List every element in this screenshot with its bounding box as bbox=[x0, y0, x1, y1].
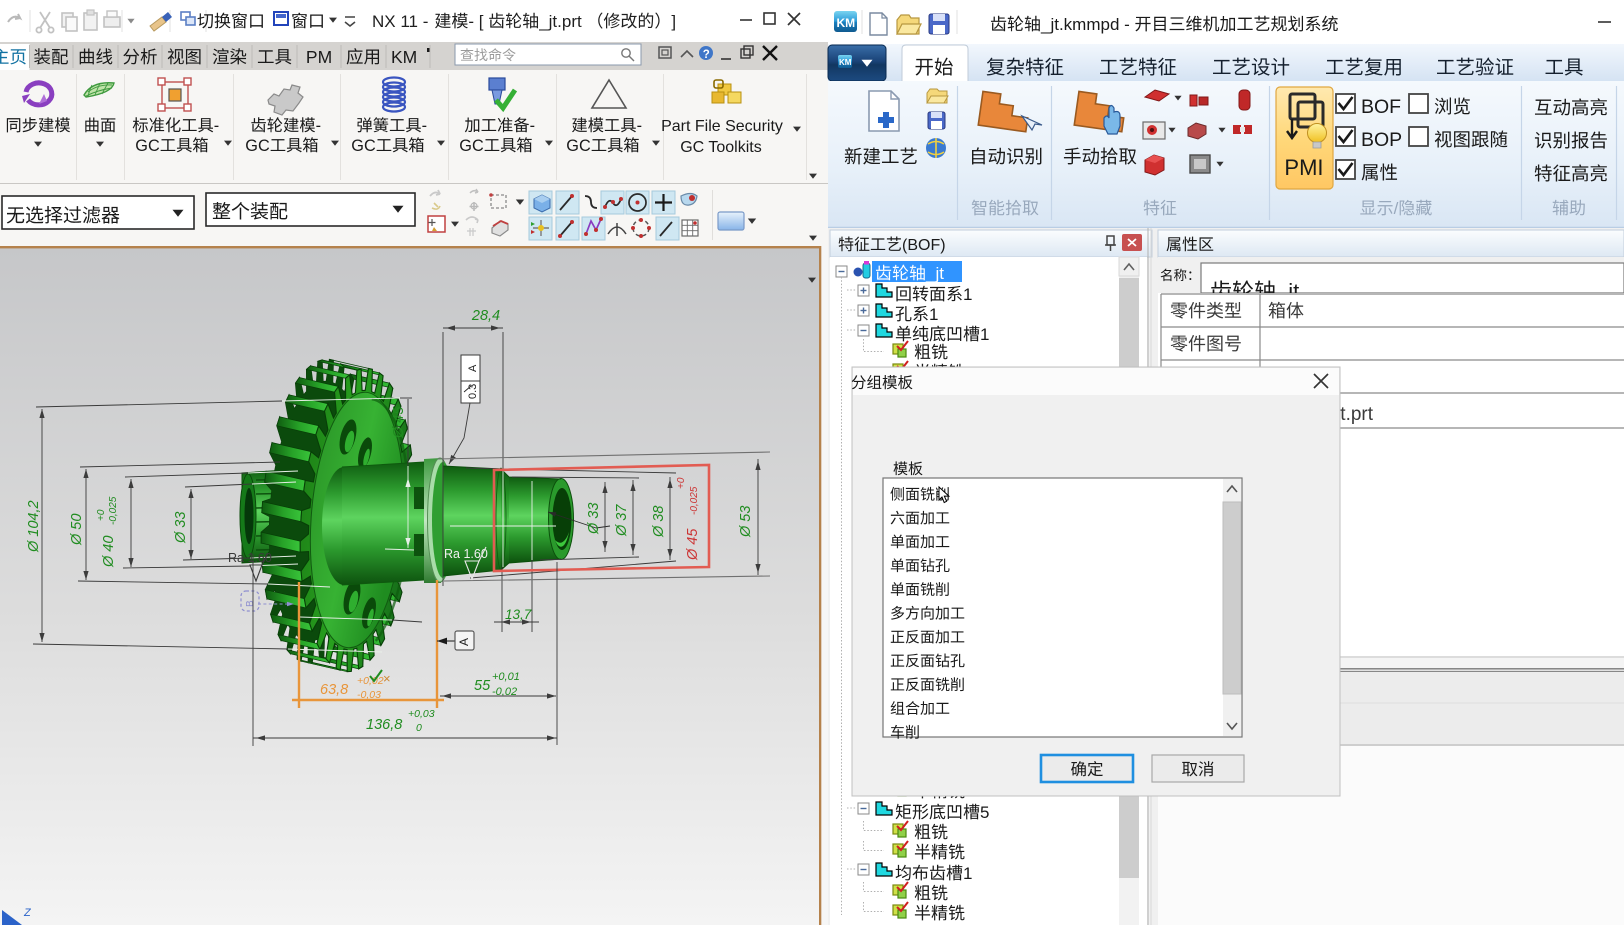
svg-text:Ø 104,2: Ø 104,2 bbox=[26, 500, 42, 553]
svg-text:/: / bbox=[1394, 199, 1399, 218]
svg-text:+0: +0 bbox=[676, 477, 687, 489]
svg-text:GC Toolkits: GC Toolkits bbox=[680, 139, 762, 156]
svg-text:0: 0 bbox=[416, 722, 422, 734]
svg-text:5: 5 bbox=[980, 803, 989, 822]
svg-text:_jt.kmmpd -: _jt.kmmpd - bbox=[1040, 15, 1130, 34]
svg-text:Ra 1.60: Ra 1.60 bbox=[444, 547, 488, 561]
svg-text:(BOF): (BOF) bbox=[902, 237, 946, 254]
svg-text:BOF: BOF bbox=[1361, 96, 1401, 118]
svg-text:GC: GC bbox=[135, 137, 160, 155]
svg-text:28,4: 28,4 bbox=[471, 308, 500, 324]
svg-text:Ø 45: Ø 45 bbox=[685, 528, 701, 561]
svg-text:PM: PM bbox=[306, 47, 332, 67]
svg-text:NX 11 -: NX 11 - bbox=[372, 12, 428, 31]
svg-text:-: - bbox=[316, 117, 321, 135]
svg-text:Ø 33: Ø 33 bbox=[586, 503, 602, 535]
svg-text:-: - bbox=[422, 117, 427, 135]
svg-text:-: - bbox=[530, 117, 535, 135]
svg-text:0.3: 0.3 bbox=[467, 384, 479, 399]
svg-text:-: - bbox=[637, 117, 642, 135]
svg-text:PMI: PMI bbox=[1284, 155, 1323, 180]
svg-text:]: ] bbox=[671, 12, 676, 31]
svg-text:A: A bbox=[457, 638, 471, 646]
svg-text:×: × bbox=[383, 671, 391, 686]
svg-text:?: ? bbox=[703, 49, 710, 61]
svg-text:+0,03: +0,03 bbox=[408, 708, 435, 720]
svg-text:1: 1 bbox=[929, 305, 938, 324]
svg-text:KM: KM bbox=[837, 16, 856, 30]
svg-text:-: - bbox=[214, 117, 219, 135]
svg-text:Ø 33: Ø 33 bbox=[173, 512, 189, 544]
svg-text:55: 55 bbox=[474, 678, 491, 694]
svg-text:Ø 53: Ø 53 bbox=[738, 506, 754, 538]
svg-text:-0,025: -0,025 bbox=[108, 496, 119, 525]
svg-text:1: 1 bbox=[980, 325, 989, 344]
svg-text:-0,03: -0,03 bbox=[357, 689, 381, 701]
svg-text:BOP: BOP bbox=[1361, 129, 1402, 151]
svg-text:Ø 38: Ø 38 bbox=[651, 506, 667, 538]
svg-text:B: B bbox=[245, 600, 256, 607]
svg-text:- [: - [ bbox=[468, 12, 483, 31]
svg-text:_jt.prt: _jt.prt bbox=[538, 12, 582, 31]
svg-text:GC: GC bbox=[566, 137, 591, 155]
svg-text:GC: GC bbox=[459, 137, 484, 155]
svg-text:GC: GC bbox=[351, 137, 376, 155]
svg-text:_jt: _jt bbox=[925, 264, 944, 283]
svg-text:+0,01: +0,01 bbox=[492, 671, 520, 683]
svg-text:A: A bbox=[467, 364, 479, 372]
svg-text:GC: GC bbox=[245, 137, 270, 155]
svg-text:Part File Security: Part File Security bbox=[661, 118, 783, 135]
svg-text:1: 1 bbox=[963, 285, 972, 304]
svg-text:Ø 37: Ø 37 bbox=[614, 504, 630, 537]
svg-text:Z: Z bbox=[23, 907, 32, 919]
svg-text:1: 1 bbox=[963, 864, 972, 883]
svg-text:KM: KM bbox=[839, 58, 852, 67]
svg-text:Ø 40: Ø 40 bbox=[101, 536, 117, 568]
svg-text:136,8: 136,8 bbox=[366, 717, 402, 733]
svg-text:Ø 50: Ø 50 bbox=[69, 514, 85, 546]
svg-text:-0,025: -0,025 bbox=[689, 486, 700, 515]
svg-text:Ø 45: Ø 45 bbox=[391, 406, 407, 439]
svg-text:63,8: 63,8 bbox=[320, 682, 348, 698]
svg-text:+0: +0 bbox=[96, 509, 107, 521]
svg-text:KM: KM bbox=[391, 47, 417, 67]
